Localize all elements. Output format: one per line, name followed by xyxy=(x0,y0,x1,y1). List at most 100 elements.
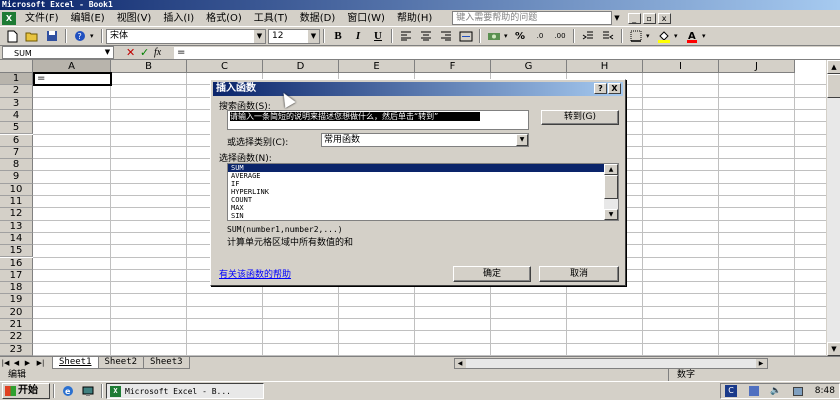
borders-icon[interactable] xyxy=(627,28,645,44)
row-header-5[interactable]: 5 xyxy=(0,122,33,135)
cancel-button[interactable]: 取消 xyxy=(539,266,619,282)
column-header-b[interactable]: B xyxy=(111,60,187,73)
align-center-icon[interactable] xyxy=(417,28,435,44)
ie-icon[interactable]: e xyxy=(59,383,77,399)
dialog-close-button[interactable]: X xyxy=(608,83,621,94)
scroll-right-icon[interactable]: ▶ xyxy=(755,358,767,368)
row-header-8[interactable]: 8 xyxy=(0,159,33,172)
select-all-corner[interactable] xyxy=(0,60,33,73)
scroll-thumb[interactable] xyxy=(827,74,840,98)
column-header-e[interactable]: E xyxy=(339,60,415,73)
row-header-1[interactable]: 1 xyxy=(0,73,33,86)
menu-help[interactable]: 帮助(H) xyxy=(391,10,438,27)
close-button[interactable]: x xyxy=(657,12,671,24)
row-header-4[interactable]: 4 xyxy=(0,109,33,123)
column-header-i[interactable]: I xyxy=(643,60,719,73)
row-header-6[interactable]: 6 xyxy=(0,134,33,147)
function-list-item[interactable]: IF xyxy=(228,180,604,188)
column-header-c[interactable]: C xyxy=(187,60,263,73)
column-header-j[interactable]: J xyxy=(719,60,795,73)
font-size-select[interactable]: 12 ▼ xyxy=(268,28,320,44)
row-header-21[interactable]: 21 xyxy=(0,319,33,332)
menu-file[interactable]: 文件(F) xyxy=(19,10,65,27)
cell-a1[interactable]: = xyxy=(33,72,112,86)
scroll-up-icon[interactable]: ▲ xyxy=(604,164,618,175)
fill-color-icon[interactable] xyxy=(655,28,673,44)
toolbar-dropdown-icon[interactable]: ▾ xyxy=(504,32,510,40)
formula-enter-icon[interactable]: ✓ xyxy=(140,46,154,59)
toolbar-dropdown-icon[interactable]: ▾ xyxy=(646,32,654,40)
function-list-item[interactable]: SUM xyxy=(228,164,604,172)
column-header-g[interactable]: G xyxy=(491,60,567,73)
chevron-down-icon[interactable]: ▼ xyxy=(308,29,319,43)
formula-input[interactable]: = xyxy=(174,46,840,59)
go-button[interactable]: 转到(G) xyxy=(541,110,619,125)
decrease-decimal-icon[interactable]: .00 xyxy=(551,28,569,44)
row-header-12[interactable]: 12 xyxy=(0,208,33,221)
function-list-item[interactable]: COUNT xyxy=(228,196,604,204)
open-folder-icon[interactable] xyxy=(23,28,41,44)
name-box[interactable]: SUM ▼ xyxy=(2,46,114,59)
bold-button[interactable]: B xyxy=(329,28,347,44)
minimize-button[interactable]: _ xyxy=(627,12,641,24)
row-header-20[interactable]: 20 xyxy=(0,306,33,319)
vertical-scrollbar[interactable]: ▲ ▼ xyxy=(826,60,840,356)
tray-app-icon[interactable] xyxy=(748,386,759,396)
row-header-23[interactable]: 23 xyxy=(0,343,33,356)
row-header-7[interactable]: 7 xyxy=(0,146,33,160)
align-right-icon[interactable] xyxy=(437,28,455,44)
row-header-13[interactable]: 13 xyxy=(0,220,33,233)
row-header-9[interactable]: 9 xyxy=(0,171,33,184)
toolbar-dropdown-icon[interactable]: ▾ xyxy=(702,32,710,40)
sheet-tab-2[interactable]: Sheet2 xyxy=(97,357,145,369)
input-method-icon[interactable]: C xyxy=(725,385,737,397)
function-help-link[interactable]: 有关该函数的帮助 xyxy=(219,267,291,280)
font-color-icon[interactable]: A xyxy=(683,28,701,44)
menu-edit[interactable]: 编辑(E) xyxy=(65,10,111,27)
function-list[interactable]: SUM AVERAGE IF HYPERLINK COUNT MAX SIN ▲ ▼ xyxy=(227,163,619,221)
menu-window[interactable]: 窗口(W) xyxy=(341,10,391,27)
align-left-icon[interactable] xyxy=(397,28,415,44)
last-sheet-icon[interactable]: ▶| xyxy=(33,359,48,367)
function-list-item[interactable]: SIN xyxy=(228,212,604,220)
row-header-19[interactable]: 19 xyxy=(0,294,33,307)
dialog-title-bar[interactable]: 插入函数 ? X xyxy=(213,82,623,96)
row-header-17[interactable]: 17 xyxy=(0,269,33,283)
network-icon[interactable] xyxy=(793,386,804,396)
decrease-indent-icon[interactable] xyxy=(579,28,597,44)
scroll-thumb[interactable] xyxy=(604,175,618,199)
merge-center-icon[interactable] xyxy=(457,28,475,44)
column-header-h[interactable]: H xyxy=(567,60,643,73)
currency-icon[interactable] xyxy=(485,28,503,44)
list-scrollbar[interactable]: ▲ ▼ xyxy=(604,164,618,220)
desktop-icon[interactable] xyxy=(79,383,97,399)
underline-button[interactable]: U xyxy=(369,28,387,44)
row-header-14[interactable]: 14 xyxy=(0,232,33,246)
excel-app-icon[interactable]: X xyxy=(2,11,16,25)
chevron-down-icon[interactable]: ▼ xyxy=(102,47,113,58)
row-header-2[interactable]: 2 xyxy=(0,85,33,98)
sheet-tab-1[interactable]: Sheet1 xyxy=(52,357,99,369)
next-sheet-icon[interactable]: ▶ xyxy=(22,359,33,367)
scroll-left-icon[interactable]: ◀ xyxy=(454,358,466,368)
insert-function-icon[interactable]: fx xyxy=(154,47,170,58)
increase-indent-icon[interactable] xyxy=(599,28,617,44)
chevron-down-icon[interactable]: ▼ xyxy=(516,134,528,146)
new-file-icon[interactable] xyxy=(3,28,21,44)
chevron-down-icon[interactable]: ▼ xyxy=(254,29,265,43)
category-select[interactable]: 常用函数 ▼ xyxy=(321,133,529,147)
horizontal-scrollbar[interactable]: ◀ ▶ xyxy=(453,357,768,369)
taskbar-excel-task[interactable]: X Microsoft Excel - B... xyxy=(106,383,264,399)
row-header-16[interactable]: 16 xyxy=(0,257,33,270)
row-header-22[interactable]: 22 xyxy=(0,331,33,344)
help-search-box[interactable]: 键入需要帮助的问题 xyxy=(452,11,613,25)
font-name-select[interactable]: 宋体 ▼ xyxy=(106,28,266,44)
percent-button[interactable]: % xyxy=(511,28,529,44)
volume-icon[interactable]: 🔈 xyxy=(770,386,781,396)
italic-button[interactable]: I xyxy=(349,28,367,44)
menu-data[interactable]: 数据(D) xyxy=(294,10,342,27)
row-header-10[interactable]: 10 xyxy=(0,183,33,196)
function-list-item[interactable]: AVERAGE xyxy=(228,172,604,180)
row-header-3[interactable]: 3 xyxy=(0,97,33,110)
sheet-tab-3[interactable]: Sheet3 xyxy=(143,357,190,369)
